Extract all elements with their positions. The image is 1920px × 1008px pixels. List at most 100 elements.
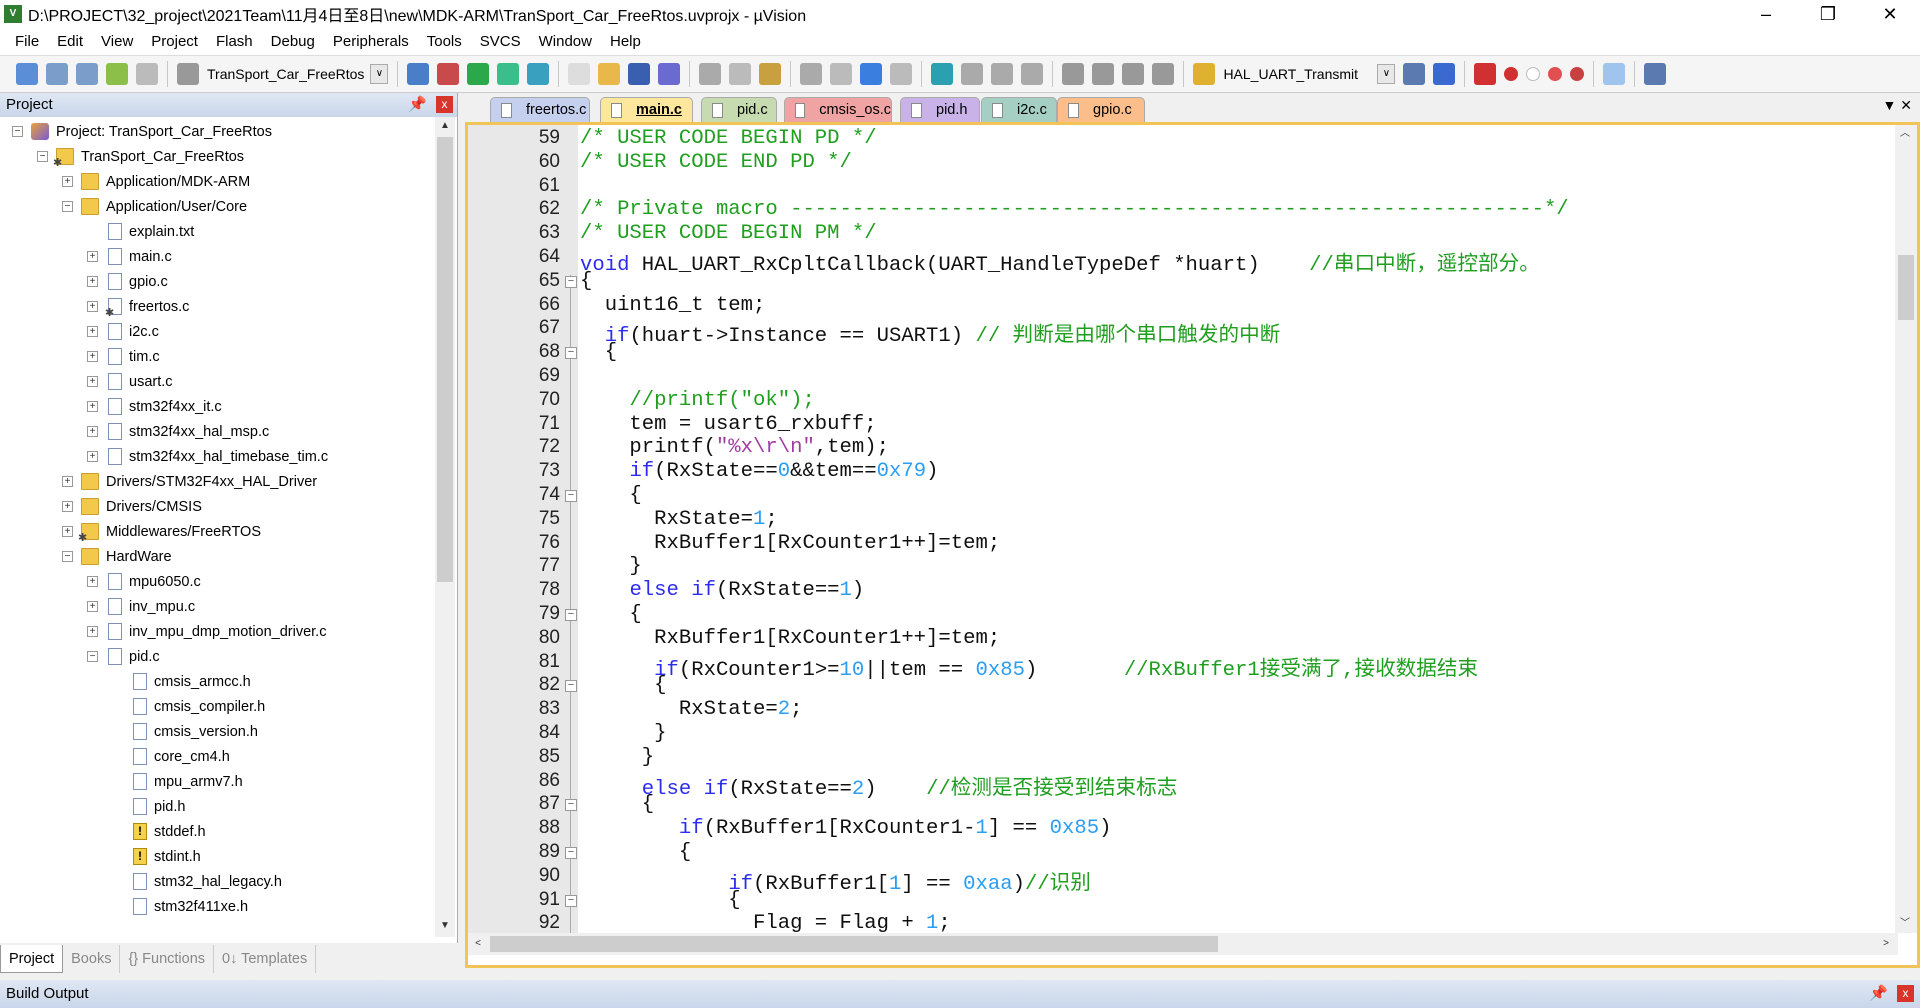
pack-installer-icon[interactable] <box>497 63 520 85</box>
translate-icon[interactable] <box>16 63 38 85</box>
collapse-icon[interactable]: − <box>62 551 73 562</box>
menu-edit[interactable]: Edit <box>48 33 92 50</box>
bookmark-icon[interactable] <box>931 63 954 85</box>
code-line[interactable]: uint16_t tem; <box>580 294 766 317</box>
collapse-fold-icon[interactable]: − <box>565 347 577 360</box>
menu-window[interactable]: Window <box>530 33 601 50</box>
uncomment-icon[interactable] <box>1152 63 1175 85</box>
tab-i2c-c[interactable]: i2c.c <box>981 97 1057 122</box>
code-line[interactable]: /* USER CODE END PD */ <box>580 151 852 174</box>
window-layout-icon[interactable] <box>1603 63 1626 85</box>
expand-icon[interactable]: + <box>62 476 73 487</box>
expand-icon[interactable]: + <box>62 176 73 187</box>
tab-gpio-c[interactable]: gpio.c <box>1057 97 1145 122</box>
close-build-output-button[interactable]: x <box>1897 985 1914 1002</box>
expand-icon[interactable]: + <box>87 326 98 337</box>
expand-icon[interactable]: + <box>87 451 98 462</box>
close-window-button[interactable]: ✕ <box>1862 0 1918 28</box>
find-icon[interactable] <box>1403 63 1426 85</box>
scrollbar-thumb[interactable] <box>490 936 1218 952</box>
code-line[interactable]: } <box>580 746 654 769</box>
tree-item[interactable]: − TranSport_Car_FreeRtos <box>37 144 244 169</box>
tree-item[interactable]: + Drivers/STM32F4xx_HAL_Driver <box>62 469 317 494</box>
kill-breakpoints-icon[interactable] <box>1570 67 1585 81</box>
code-line[interactable]: { <box>580 674 666 697</box>
tree-item[interactable]: − HardWare <box>62 544 172 569</box>
chevron-down-icon[interactable]: ∨ <box>1377 64 1396 84</box>
tree-item[interactable]: + i2c.c <box>87 319 159 344</box>
tree-item[interactable]: + main.c <box>87 244 172 269</box>
tree-item[interactable]: + stm32f4xx_hal_msp.c <box>87 419 269 444</box>
tree-item[interactable]: + gpio.c <box>87 269 168 294</box>
tree-item[interactable]: + stm32f4xx_it.c <box>87 394 222 419</box>
code-line[interactable]: RxState=2; <box>580 698 803 721</box>
batch-build-icon[interactable] <box>106 63 128 85</box>
collapse-fold-icon[interactable]: − <box>565 680 577 693</box>
minimize-button[interactable]: – <box>1738 0 1794 28</box>
tree-item[interactable]: + inv_mpu_dmp_motion_driver.c <box>87 619 326 644</box>
expand-icon[interactable]: + <box>87 351 98 362</box>
menu-view[interactable]: View <box>92 33 142 50</box>
chevron-down-icon[interactable]: ∨ <box>370 64 389 84</box>
unindent-icon[interactable] <box>1092 63 1115 85</box>
tree-item[interactable]: + mpu6050.c <box>87 569 201 594</box>
incremental-find-icon[interactable] <box>1433 63 1456 85</box>
collapse-fold-icon[interactable]: − <box>565 490 577 502</box>
select-packs-icon[interactable] <box>467 63 490 85</box>
menu-svcs[interactable]: SVCS <box>471 33 530 50</box>
manage-project-icon[interactable] <box>437 63 460 85</box>
tree-item[interactable]: + freertos.c <box>87 294 189 319</box>
new-file-icon[interactable] <box>568 63 591 85</box>
tree-item[interactable]: stm32_hal_legacy.h <box>112 869 282 894</box>
tree-item[interactable]: cmsis_armcc.h <box>112 669 251 694</box>
tree-item[interactable]: + Middlewares/FreeRTOS <box>62 519 261 544</box>
undo-icon[interactable] <box>800 63 823 85</box>
code-line[interactable]: } <box>580 722 666 745</box>
expand-icon[interactable]: + <box>87 376 98 387</box>
code-line[interactable]: else if(RxState==1) <box>580 579 864 602</box>
nav-back-icon[interactable] <box>860 63 883 85</box>
tree-item[interactable]: cmsis_version.h <box>112 719 258 744</box>
save-all-icon[interactable] <box>658 63 681 85</box>
code-line[interactable]: { <box>580 889 740 912</box>
menu-project[interactable]: Project <box>142 33 207 50</box>
tree-item[interactable]: ! stddef.h <box>112 819 206 844</box>
scroll-up-arrow-icon[interactable]: ︿ <box>1895 125 1915 143</box>
configure-icon[interactable] <box>1644 63 1667 85</box>
tree-item[interactable]: cmsis_compiler.h <box>112 694 265 719</box>
disable-breakpoints-icon[interactable] <box>1548 67 1563 81</box>
pin-icon[interactable]: 📌 <box>1869 980 1888 1008</box>
tree-item[interactable]: + Application/MDK-ARM <box>62 169 250 194</box>
tree-item[interactable]: − Application/User/Core <box>62 194 247 219</box>
target-options-icon[interactable] <box>407 63 430 85</box>
tree-item[interactable]: core_cm4.h <box>112 744 230 769</box>
code-line[interactable]: { <box>580 341 617 364</box>
code-line[interactable]: /* Private macro -----------------------… <box>580 198 1569 221</box>
cut-icon[interactable] <box>699 63 722 85</box>
debug-session-icon[interactable] <box>1474 63 1497 85</box>
menu-flash[interactable]: Flash <box>207 33 262 50</box>
tree-item[interactable]: + stm32f4xx_hal_timebase_tim.c <box>87 444 328 469</box>
tab-project[interactable]: Project <box>0 945 64 973</box>
tree-item[interactable]: stm32f411xe.h <box>112 894 248 919</box>
menu-debug[interactable]: Debug <box>262 33 324 50</box>
download-icon[interactable] <box>177 63 199 85</box>
expand-icon[interactable]: + <box>87 576 98 587</box>
menu-help[interactable]: Help <box>601 33 650 50</box>
scroll-down-arrow-icon[interactable]: ▼ <box>435 917 455 935</box>
code-editor[interactable]: 59 /* USER CODE BEGIN PD */ 60 /* USER CODE… <box>465 122 1920 968</box>
find-in-files-icon[interactable] <box>1193 63 1216 85</box>
expand-icon[interactable]: + <box>62 501 73 512</box>
code-line[interactable]: //printf("ok"); <box>580 389 814 412</box>
paste-icon[interactable] <box>759 63 782 85</box>
collapse-icon[interactable]: − <box>12 126 23 137</box>
tree-item[interactable]: pid.h <box>112 794 185 819</box>
code-line[interactable]: RxBuffer1[RxCounter1++]=tem; <box>580 627 1000 650</box>
build-icon[interactable] <box>46 63 68 85</box>
save-icon[interactable] <box>628 63 651 85</box>
clear-bookmarks-icon[interactable] <box>1021 63 1044 85</box>
stop-build-icon[interactable] <box>136 63 158 85</box>
project-tree-scrollbar[interactable]: ▲ ▼ <box>435 117 455 937</box>
pin-icon[interactable]: 📌 <box>408 93 427 117</box>
scroll-up-arrow-icon[interactable]: ▲ <box>435 117 455 135</box>
